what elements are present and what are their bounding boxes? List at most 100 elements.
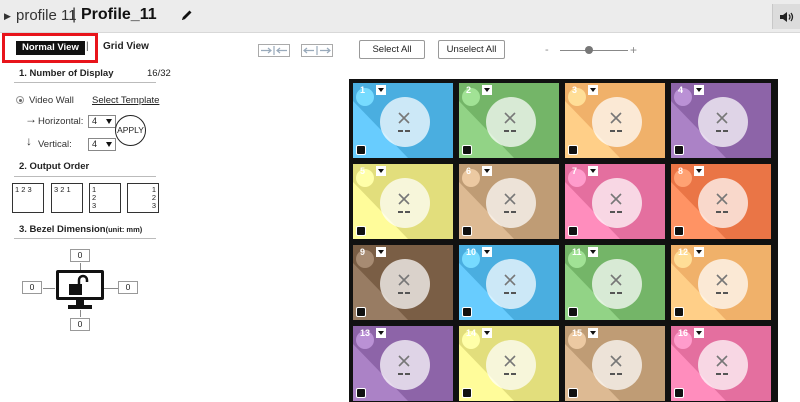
display-number: 8	[678, 166, 684, 176]
monitor-lock-icon[interactable]	[55, 269, 105, 311]
pencil-edit-icon[interactable]	[180, 8, 194, 22]
zoom-in-button[interactable]: +	[630, 43, 637, 57]
display-cell[interactable]: 11	[565, 245, 665, 320]
bezel-connector	[80, 310, 81, 317]
display-dropdown-icon[interactable]	[482, 328, 492, 338]
display-checkbox-icon[interactable]	[462, 307, 472, 317]
speaker-icon	[779, 11, 793, 22]
bezel-bottom-input[interactable]: 0	[70, 318, 90, 331]
display-checkbox-icon[interactable]	[674, 388, 684, 398]
display-cell[interactable]: 5	[353, 164, 453, 239]
title-bar: ▶ profile 11 | Profile_11	[0, 0, 800, 33]
collapse-horizontal-icon[interactable]	[258, 44, 290, 57]
display-cell[interactable]: 3	[565, 83, 665, 158]
display-dropdown-icon[interactable]	[588, 328, 598, 338]
display-checkbox-icon[interactable]	[462, 145, 472, 155]
placeholder-image-icon	[353, 88, 430, 158]
display-checkbox-icon[interactable]	[568, 388, 578, 398]
display-cell[interactable]: 9	[353, 245, 453, 320]
order-option-label: 3 2 1	[54, 185, 71, 194]
display-dropdown-icon[interactable]	[588, 85, 598, 95]
display-dropdown-icon[interactable]	[482, 166, 492, 176]
display-cell[interactable]: 16	[671, 326, 771, 401]
display-checkbox-icon[interactable]	[568, 145, 578, 155]
display-checkbox-icon[interactable]	[674, 226, 684, 236]
display-dropdown-icon[interactable]	[694, 328, 704, 338]
display-cell[interactable]: 2	[459, 83, 559, 158]
display-dropdown-icon[interactable]	[376, 247, 386, 257]
display-number: 9	[360, 247, 366, 257]
placeholder-image-icon	[671, 88, 748, 158]
zoom-out-button[interactable]: -	[545, 44, 549, 56]
display-number: 12	[678, 247, 689, 257]
zoom-slider-thumb[interactable]	[585, 46, 593, 54]
placeholder-image-icon	[353, 169, 430, 239]
chevron-down-icon	[106, 119, 112, 124]
display-cell[interactable]: 1	[353, 83, 453, 158]
display-checkbox-icon[interactable]	[568, 226, 578, 236]
order-option-vertical-left[interactable]: 1 2 3	[89, 183, 121, 213]
display-dropdown-icon[interactable]	[694, 85, 704, 95]
order-option-vertical-right[interactable]: 1 2 3	[127, 183, 159, 213]
display-checkbox-icon[interactable]	[462, 388, 472, 398]
order-option-1-2-3[interactable]: 1 2 3	[12, 183, 44, 213]
display-checkbox-icon[interactable]	[568, 307, 578, 317]
display-dropdown-icon[interactable]	[376, 328, 386, 338]
display-dropdown-icon[interactable]	[694, 166, 704, 176]
display-cell[interactable]: 10	[459, 245, 559, 320]
display-number: 5	[360, 166, 366, 176]
display-cell[interactable]: 8	[671, 164, 771, 239]
bezel-right-input[interactable]: 0	[118, 281, 138, 294]
select-template-link[interactable]: Select Template	[92, 95, 159, 106]
order-option-label: 1 2 3	[15, 185, 32, 194]
display-dropdown-icon[interactable]	[694, 247, 704, 257]
display-cell[interactable]: 4	[671, 83, 771, 158]
display-number: 6	[466, 166, 472, 176]
display-checkbox-icon[interactable]	[356, 307, 366, 317]
display-checkbox-icon[interactable]	[356, 388, 366, 398]
bezel-connector	[104, 288, 118, 289]
display-number: 7	[572, 166, 578, 176]
right-arrow-icon: →	[25, 112, 37, 126]
section-number-of-display: 1. Number of Display	[19, 68, 114, 79]
video-wall-radio[interactable]	[16, 96, 24, 104]
speaker-button[interactable]	[772, 4, 800, 29]
zoom-slider-track[interactable]	[560, 50, 628, 51]
display-dropdown-icon[interactable]	[588, 247, 598, 257]
apply-button[interactable]: APPLY	[115, 115, 146, 146]
display-checkbox-icon[interactable]	[356, 145, 366, 155]
order-option-label: 1 2 3	[92, 185, 97, 210]
display-number: 3	[572, 85, 578, 95]
display-dropdown-icon[interactable]	[376, 166, 386, 176]
bezel-top-input[interactable]: 0	[70, 249, 90, 262]
display-dropdown-icon[interactable]	[482, 247, 492, 257]
placeholder-image-icon	[671, 169, 748, 239]
unselect-all-button[interactable]: Unselect All	[438, 40, 505, 59]
display-count: 16/32	[147, 68, 171, 79]
display-cell[interactable]: 7	[565, 164, 665, 239]
tab-grid-view[interactable]: Grid View	[103, 41, 149, 52]
display-checkbox-icon[interactable]	[674, 307, 684, 317]
display-dropdown-icon[interactable]	[588, 166, 598, 176]
bezel-title: 3. Bezel Dimension	[19, 224, 106, 235]
display-checkbox-icon[interactable]	[674, 145, 684, 155]
bezel-left-input[interactable]: 0	[22, 281, 42, 294]
display-cell[interactable]: 6	[459, 164, 559, 239]
display-checkbox-icon[interactable]	[356, 226, 366, 236]
display-dropdown-icon[interactable]	[482, 85, 492, 95]
horizontal-value: 4	[92, 116, 98, 126]
display-number: 13	[360, 328, 371, 338]
display-cell[interactable]: 14	[459, 326, 559, 401]
highlight-annotation	[2, 33, 98, 63]
expand-horizontal-icon[interactable]	[301, 44, 333, 57]
expand-arrow-icon[interactable]: ▶	[4, 11, 11, 22]
display-cell[interactable]: 15	[565, 326, 665, 401]
select-all-button[interactable]: Select All	[359, 40, 425, 59]
display-checkbox-icon[interactable]	[462, 226, 472, 236]
display-cell[interactable]: 12	[671, 245, 771, 320]
order-option-3-2-1[interactable]: 3 2 1	[51, 183, 83, 213]
display-dropdown-icon[interactable]	[376, 85, 386, 95]
vertical-select[interactable]: 4	[88, 138, 116, 151]
horizontal-select[interactable]: 4	[88, 115, 116, 128]
display-cell[interactable]: 13	[353, 326, 453, 401]
